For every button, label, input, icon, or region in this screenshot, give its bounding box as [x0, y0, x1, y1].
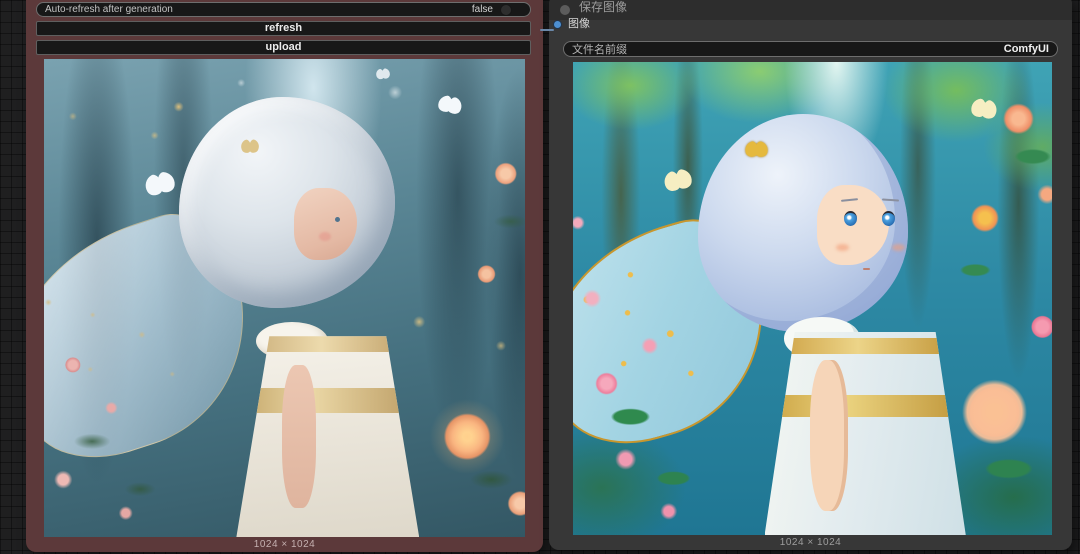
toggle-knob-icon[interactable]	[500, 3, 512, 16]
filename-prefix-label: 文件名前缀	[572, 44, 627, 56]
node-title-bar[interactable]: 保存图像	[549, 0, 1072, 20]
filename-prefix-value: ComfyUI	[1003, 43, 1049, 55]
node-title: 保存图像	[579, 0, 628, 14]
roses-and-leaves	[573, 62, 1052, 535]
saved-image-preview[interactable]	[573, 62, 1052, 535]
white-butterfly	[375, 68, 390, 79]
image-size-label: 1024 × 1024	[253, 539, 316, 550]
roses-and-leaves	[44, 59, 525, 537]
image-size-label: 1024 × 1024	[779, 537, 842, 548]
refresh-button[interactable]: refresh	[36, 21, 531, 36]
save-image-node[interactable]: 保存图像 图像 文件名前缀 ComfyUI 1024 × 1024	[549, 0, 1072, 550]
filename-prefix-widget[interactable]: 文件名前缀 ComfyUI	[563, 41, 1058, 57]
auto-refresh-label: Auto-refresh after generation	[45, 4, 173, 15]
source-image-preview[interactable]	[44, 59, 525, 537]
load-image-node[interactable]: Auto-refresh after generation false refr…	[26, 0, 543, 552]
image-input-label: 图像	[568, 18, 590, 30]
node-link-wire	[540, 29, 554, 31]
auto-refresh-toggle-widget[interactable]: Auto-refresh after generation false	[36, 2, 531, 17]
collapse-dot-icon[interactable]	[560, 5, 570, 15]
auto-refresh-value: false	[471, 4, 493, 15]
image-input-socket[interactable]	[553, 20, 562, 29]
upload-button[interactable]: upload	[36, 40, 531, 55]
